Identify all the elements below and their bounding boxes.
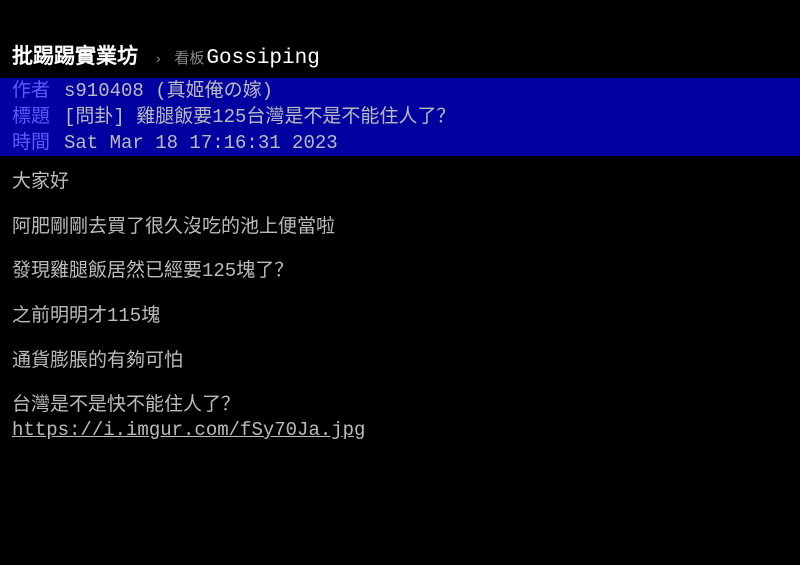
time-row: 時間 Sat Mar 18 17:16:31 2023 (12, 130, 788, 156)
content-line: 發現雞腿飯居然已經要125塊了？ (12, 259, 788, 284)
board-label: 看板 (174, 47, 204, 68)
board-name[interactable]: Gossiping (206, 47, 319, 70)
title-value: [問卦] 雞腿飯要125台灣是不是不能住人了？ (64, 104, 455, 130)
breadcrumb-arrow: › (154, 52, 162, 68)
author-row: 作者 s910408 (真姬俺の嫁) (12, 78, 788, 104)
author-value: s910408 (真姬俺の嫁) (64, 78, 273, 104)
site-name[interactable]: 批踢踢實業坊 (12, 40, 138, 70)
article-meta: 作者 s910408 (真姬俺の嫁) 標題 [問卦] 雞腿飯要125台灣是不是不… (0, 78, 800, 156)
article-content: 大家好 阿肥剛剛去買了很久沒吃的池上便當啦 發現雞腿飯居然已經要125塊了？ 之… (0, 156, 800, 457)
content-line: 大家好 (12, 170, 788, 195)
image-link[interactable]: https://i.imgur.com/fSy70Ja.jpg (12, 419, 365, 441)
header-bar: 批踢踢實業坊 › 看板 Gossiping (0, 32, 800, 78)
title-row: 標題 [問卦] 雞腿飯要125台灣是不是不能住人了？ (12, 104, 788, 130)
content-line: 通貨膨脹的有夠可怕 (12, 349, 788, 374)
time-value: Sat Mar 18 17:16:31 2023 (64, 130, 338, 156)
content-line: 台灣是不是快不能住人了？ (12, 393, 788, 418)
content-line: 之前明明才115塊 (12, 304, 788, 329)
author-label: 作者 (12, 78, 64, 104)
content-line: 阿肥剛剛去買了很久沒吃的池上便當啦 (12, 215, 788, 240)
time-label: 時間 (12, 130, 64, 156)
title-label: 標題 (12, 104, 64, 130)
